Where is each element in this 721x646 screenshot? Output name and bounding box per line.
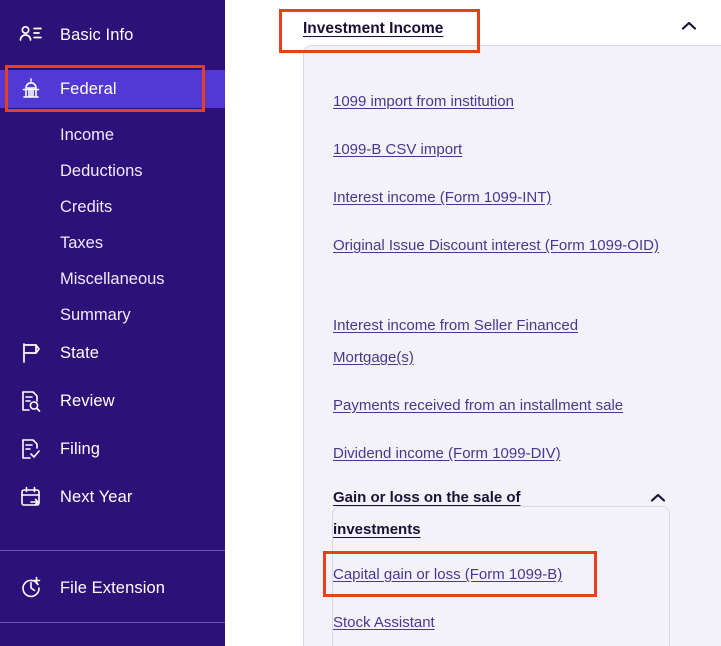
sidebar-subitem-credits[interactable]: Credits bbox=[0, 190, 225, 224]
sidebar-item-file-extension[interactable]: File Extension bbox=[0, 569, 225, 607]
sidebar-item-label: Federal bbox=[60, 79, 117, 98]
sidebar-item-federal[interactable]: Federal bbox=[0, 70, 225, 108]
document-search-icon bbox=[18, 388, 44, 414]
sidebar-subitem-summary[interactable]: Summary bbox=[0, 298, 225, 332]
person-card-icon bbox=[18, 22, 44, 48]
investment-income-title[interactable]: Investment Income bbox=[303, 20, 443, 38]
sidebar-subitem-miscellaneous[interactable]: Miscellaneous bbox=[0, 262, 225, 296]
sidebar-item-label: Review bbox=[60, 391, 115, 410]
sidebar-subitem-label: Credits bbox=[60, 197, 113, 216]
flag-icon bbox=[18, 340, 44, 366]
document-check-icon bbox=[18, 436, 44, 462]
link-capital-gain-or-loss-1099b[interactable]: Capital gain or loss (Form 1099-B) bbox=[333, 559, 673, 591]
sidebar-item-basic-info[interactable]: Basic Info bbox=[0, 16, 225, 54]
main-content: Investment Income 1099 import from insti… bbox=[225, 0, 721, 646]
sidebar-item-next-year[interactable]: Next Year bbox=[0, 478, 225, 516]
sidebar-item-label: State bbox=[60, 343, 100, 362]
sidebar-item-filing[interactable]: Filing bbox=[0, 430, 225, 468]
sidebar-subitem-income[interactable]: Income bbox=[0, 118, 225, 152]
sidebar-subitem-label: Income bbox=[60, 125, 115, 144]
chevron-up-icon[interactable] bbox=[680, 19, 698, 31]
link-payments-installment-sale[interactable]: Payments received from an installment sa… bbox=[333, 390, 673, 422]
sidebar-divider-top bbox=[0, 550, 225, 551]
calendar-arrow-icon bbox=[18, 484, 44, 510]
link-stock-assistant[interactable]: Stock Assistant bbox=[333, 607, 673, 639]
link-interest-income-1099int[interactable]: Interest income (Form 1099-INT) bbox=[333, 182, 673, 214]
sidebar-item-state[interactable]: State bbox=[0, 334, 225, 372]
group-heading-gain-or-loss[interactable]: Gain or loss on the sale of investments bbox=[333, 482, 553, 546]
sidebar-subitem-label: Miscellaneous bbox=[60, 269, 165, 288]
link-dividend-income-1099div[interactable]: Dividend income (Form 1099-DIV) bbox=[333, 438, 673, 470]
sidebar-item-review[interactable]: Review bbox=[0, 382, 225, 420]
sidebar-subitem-taxes[interactable]: Taxes bbox=[0, 226, 225, 260]
capitol-building-icon bbox=[18, 76, 44, 102]
sidebar-item-label: Basic Info bbox=[60, 25, 134, 44]
sidebar-subitem-label: Taxes bbox=[60, 233, 104, 252]
link-1099-import-from-institution[interactable]: 1099 import from institution bbox=[333, 86, 673, 118]
sidebar-divider-bottom bbox=[0, 622, 225, 623]
sidebar-item-label: Next Year bbox=[60, 487, 133, 506]
link-1099b-csv-import[interactable]: 1099-B CSV import bbox=[333, 134, 673, 166]
clock-plus-icon bbox=[18, 575, 44, 601]
link-interest-income-seller-financed-mortgage[interactable]: Interest income from Seller Financed Mor… bbox=[333, 310, 623, 374]
sidebar: Basic Info Federal Income Deductions Cre… bbox=[0, 0, 225, 646]
chevron-up-icon[interactable] bbox=[649, 491, 667, 503]
sidebar-subitem-deductions[interactable]: Deductions bbox=[0, 154, 225, 188]
sidebar-subitem-label: Deductions bbox=[60, 161, 143, 180]
sidebar-item-label: Filing bbox=[60, 439, 101, 458]
sidebar-item-label: File Extension bbox=[60, 578, 166, 597]
sidebar-subitem-label: Summary bbox=[60, 305, 131, 324]
link-original-issue-discount-1099oid[interactable]: Original Issue Discount interest (Form 1… bbox=[333, 230, 668, 262]
